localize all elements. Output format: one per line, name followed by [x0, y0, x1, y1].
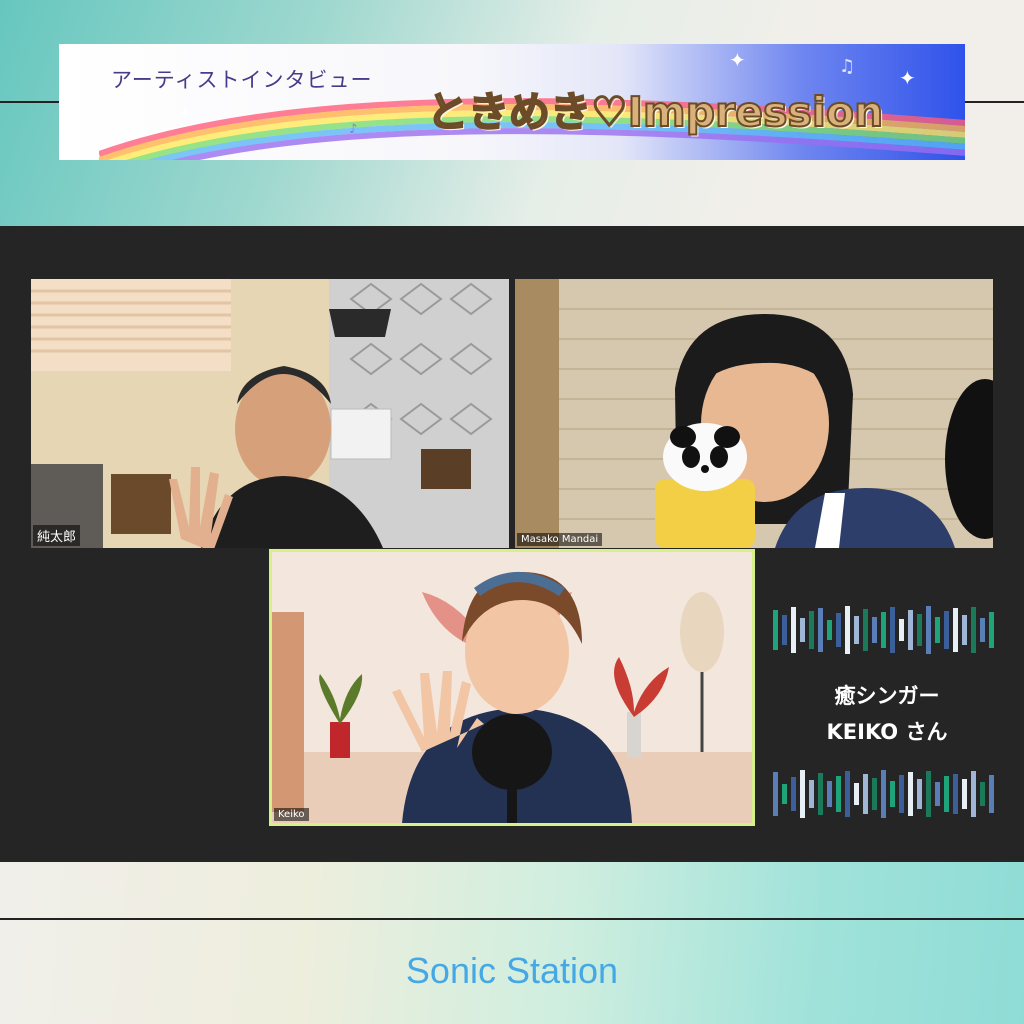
participant-name: Masako Mandai [517, 533, 603, 546]
wave-bar [809, 780, 814, 808]
wave-bar [836, 613, 841, 647]
caption-name: KEIKO さん [826, 720, 948, 744]
wave-bar [899, 619, 904, 641]
wave-bar [980, 618, 985, 642]
sound-wave-bottom [773, 770, 994, 818]
wave-bar [935, 782, 940, 806]
wave-bar [800, 618, 805, 642]
wave-bar [962, 615, 967, 645]
wave-bar [926, 606, 931, 654]
banner-subtitle: アーティストインタビュー [111, 68, 373, 92]
wave-bar [827, 620, 832, 640]
wave-bar [818, 608, 823, 652]
wave-bar [881, 612, 886, 648]
wave-bar [962, 779, 967, 809]
wave-bar [800, 770, 805, 818]
wave-bar [827, 781, 832, 807]
bottom-gradient-band [0, 862, 1024, 1024]
video-frame-keiko [272, 552, 752, 823]
caption-role: 癒シンガー [834, 684, 940, 708]
wave-bar [791, 777, 796, 811]
wave-bar [917, 779, 922, 809]
wave-bar [953, 774, 958, 814]
wave-bar [890, 781, 895, 807]
video-tile-masako[interactable]: Masako Mandai [515, 279, 993, 548]
wave-bar [926, 771, 931, 817]
wave-bar [809, 611, 814, 649]
divider-line-right [964, 101, 1024, 103]
wave-bar [845, 771, 850, 817]
wave-bar [872, 617, 877, 643]
wave-bar [953, 608, 958, 652]
sparkle-icon: ✦ [179, 106, 191, 122]
video-tile-juntaro[interactable]: 純太郎 [31, 279, 509, 548]
participant-name: Keiko [274, 808, 309, 821]
wave-bar [899, 775, 904, 813]
participant-name: 純太郎 [33, 525, 81, 546]
wave-bar [989, 775, 994, 813]
footer-brand: Sonic Station [405, 950, 619, 991]
wave-bar [818, 773, 823, 815]
wave-bar [845, 606, 850, 654]
sound-wave-top [773, 606, 994, 654]
wave-bar [836, 776, 841, 812]
wave-bar [782, 784, 787, 804]
sparkle-icon: ✦ [729, 48, 746, 72]
wave-bar [944, 611, 949, 649]
wave-bar [971, 607, 976, 653]
wave-bar [908, 772, 913, 816]
wave-bar [917, 614, 922, 646]
divider-line-left [0, 101, 60, 103]
wave-bar [971, 771, 976, 817]
wave-bar [863, 609, 868, 651]
music-note-icon: ♫ [839, 56, 856, 77]
wave-bar [881, 770, 886, 818]
wave-bar [791, 607, 796, 653]
wave-bar [980, 782, 985, 806]
wave-bar [773, 772, 778, 816]
video-frame-juntaro [31, 279, 509, 548]
wave-bar [935, 617, 940, 643]
wave-bar [863, 774, 868, 814]
sparkle-icon: ✦ [899, 66, 916, 90]
video-frame-masako [515, 279, 993, 548]
wave-bar [890, 607, 895, 653]
title-banner: ✦ ✦ ✦ ♪ ♫ アーティストインタビュー ときめき♡Impression [59, 44, 965, 160]
wave-bar [908, 610, 913, 650]
footer-divider [0, 918, 1024, 920]
wave-bar [854, 616, 859, 644]
music-note-icon: ♪ [349, 122, 358, 137]
wave-bar [872, 778, 877, 810]
wave-bar [854, 783, 859, 805]
banner-title: ときめき♡Impression [426, 87, 884, 137]
wave-bar [782, 615, 787, 645]
video-tile-keiko[interactable]: Keiko [269, 549, 755, 826]
wave-bar [944, 776, 949, 812]
wave-bar [989, 612, 994, 648]
wave-bar [773, 610, 778, 650]
